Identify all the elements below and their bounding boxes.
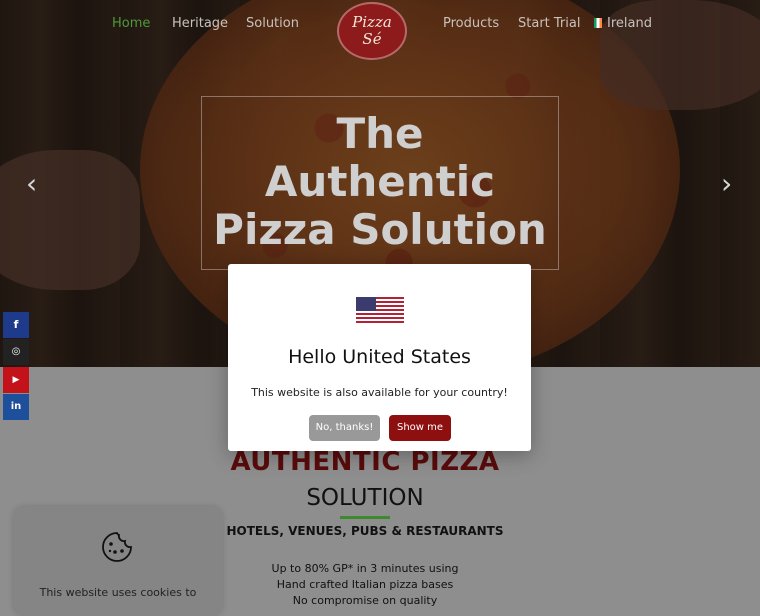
linkedin-icon[interactable]: in (3, 394, 29, 420)
heading-divider (340, 516, 390, 519)
cookie-icon (102, 532, 132, 562)
section-heading: AUTHENTIC PIZZA (230, 447, 500, 477)
hero-title: The Authentic Pizza Solution (201, 110, 559, 254)
cookie-text: This website uses cookies to (39, 586, 197, 599)
country-label: Ireland (607, 16, 652, 31)
us-flag-icon (356, 297, 404, 323)
logo-text-line1: Pizza (352, 13, 392, 31)
show-me-button[interactable]: Show me (389, 415, 451, 441)
youtube-icon[interactable]: ▶ (3, 367, 29, 393)
logo-text-line2: Sé (362, 30, 382, 48)
hero-title-line2: Authentic (264, 157, 496, 206)
modal-title: Hello United States (288, 346, 471, 368)
instagram-icon[interactable]: ◎ (3, 339, 29, 365)
nav-country[interactable]: Ireland (594, 16, 652, 31)
carousel-next-icon[interactable]: › (721, 170, 732, 198)
site-logo[interactable]: Pizza Sé (337, 2, 407, 60)
hero-title-line1: The (336, 109, 424, 158)
country-modal: Hello United States This website is also… (228, 264, 531, 451)
nav-heritage[interactable]: Heritage (172, 16, 228, 31)
facebook-icon[interactable]: f (3, 312, 29, 338)
nav-solution[interactable]: Solution (246, 16, 299, 31)
ireland-flag-icon (594, 18, 602, 28)
nav-home[interactable]: Home (112, 16, 150, 31)
carousel-prev-icon[interactable]: ‹ (26, 170, 37, 198)
nav-start-trial[interactable]: Start Trial (518, 16, 580, 31)
nav-products[interactable]: Products (443, 16, 499, 31)
hero-title-line3: Pizza Solution (213, 205, 547, 254)
no-thanks-button[interactable]: No, thanks! (309, 415, 380, 441)
modal-text: This website is also available for your … (251, 386, 508, 399)
